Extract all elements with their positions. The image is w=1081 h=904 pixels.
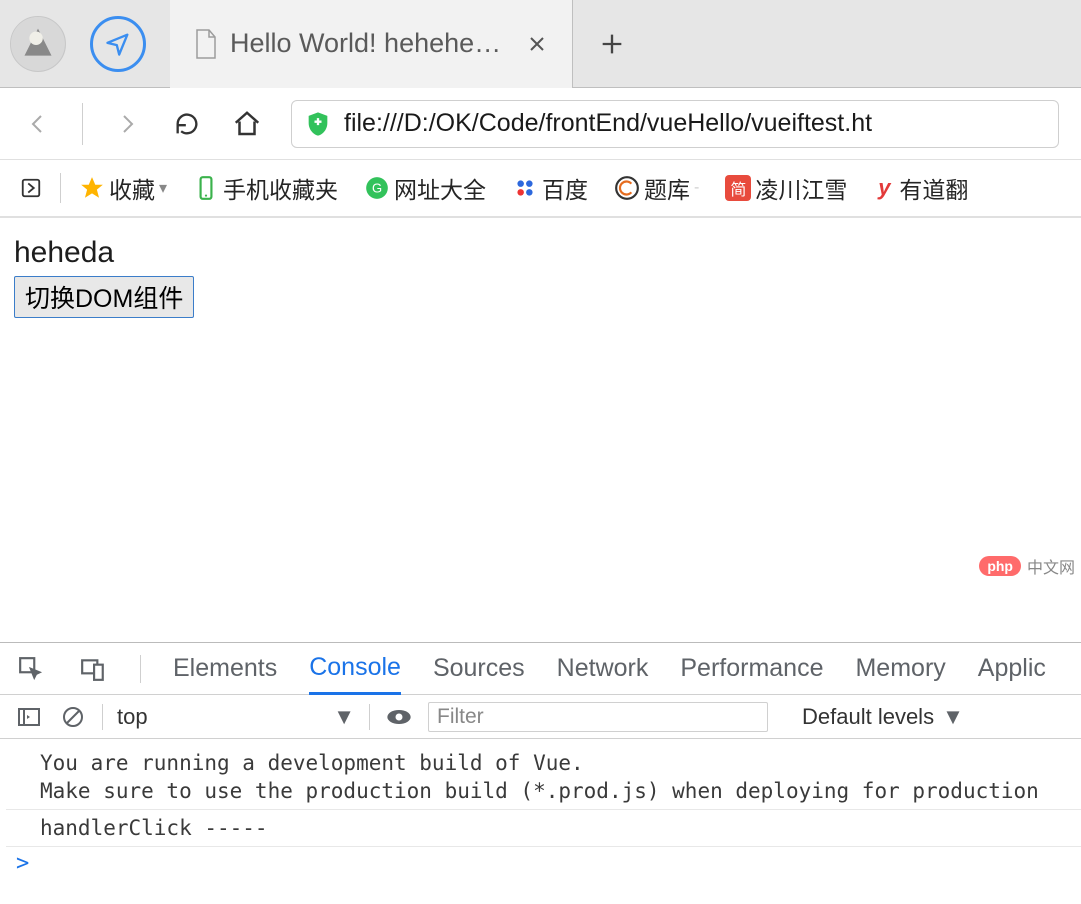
- brand-pill: php: [979, 556, 1021, 576]
- divider: [60, 173, 61, 203]
- console-output: You are running a development build of V…: [0, 739, 1081, 904]
- bookmark-youdao[interactable]: y 有道翻: [865, 168, 976, 208]
- tab-sources[interactable]: Sources: [433, 643, 525, 695]
- bookmark-ling[interactable]: 简 凌川江雪: [717, 168, 855, 208]
- tab-console[interactable]: Console: [309, 643, 401, 695]
- chevron-down-icon: ▼: [333, 704, 355, 730]
- filter-input[interactable]: Filter: [428, 702, 768, 732]
- toggle-dom-button[interactable]: 切换DOM组件: [14, 276, 194, 318]
- divider: [140, 655, 141, 683]
- clear-console-icon[interactable]: [58, 702, 88, 732]
- console-line: You are running a development build of V…: [6, 749, 1081, 777]
- forward-button[interactable]: [111, 108, 143, 140]
- context-selector[interactable]: top ▼: [117, 704, 355, 730]
- browser-tab-strip: Hello World! heheheheh: [0, 0, 1081, 88]
- toggle-sidebar-icon[interactable]: [14, 702, 44, 732]
- jian-icon: 简: [725, 175, 751, 201]
- divider: [82, 103, 83, 145]
- page-text: heheda: [14, 236, 1067, 270]
- new-tab-button[interactable]: [593, 25, 631, 63]
- brand-badge: php 中文网: [979, 554, 1075, 578]
- inspect-icon[interactable]: [16, 654, 46, 684]
- levels-label: Default levels: [802, 704, 934, 730]
- tab-elements[interactable]: Elements: [173, 643, 277, 695]
- console-block: You are running a development build of V…: [6, 745, 1081, 810]
- page-content: heheda 切换DOM组件 php 中文网: [0, 218, 1081, 642]
- bookmarks-bar: 收藏 ▾ 手机收藏夹 G 网址大全 百度 题库 - 简 凌川江雪 y 有道翻: [0, 160, 1081, 218]
- bookmark-topic[interactable]: 题库 -: [606, 168, 707, 208]
- reload-button[interactable]: [171, 108, 203, 140]
- device-toggle-icon[interactable]: [78, 654, 108, 684]
- bookmark-toggle-icon[interactable]: [12, 174, 50, 202]
- devtools-tabs: Elements Console Sources Network Perform…: [0, 643, 1081, 695]
- console-line: Make sure to use the production build (*…: [6, 777, 1081, 805]
- baidu-icon: [512, 175, 538, 201]
- svg-text:G: G: [372, 180, 382, 195]
- bookmark-label: 百度: [542, 171, 588, 205]
- devtools: Elements Console Sources Network Perform…: [0, 642, 1081, 904]
- favorites-menu[interactable]: 收藏 ▾: [71, 168, 175, 208]
- tab-title: Hello World! heheheheh: [230, 28, 510, 59]
- divider: [102, 704, 103, 730]
- bookmark-baidu[interactable]: 百度: [504, 168, 596, 208]
- bookmark-mobile[interactable]: 手机收藏夹: [185, 168, 346, 208]
- context-label: top: [117, 704, 148, 730]
- tab-performance[interactable]: Performance: [680, 643, 823, 695]
- topic-icon: [614, 175, 640, 201]
- divider: [369, 704, 370, 730]
- url-bar[interactable]: file:///D:/OK/Code/frontEnd/vueHello/vue…: [291, 100, 1059, 148]
- globe-icon: G: [364, 175, 390, 201]
- bookmark-directory[interactable]: G 网址大全: [356, 168, 494, 208]
- chevron-down-icon: ▾: [159, 178, 167, 198]
- brand-text: 中文网: [1027, 554, 1075, 578]
- youdao-icon: y: [873, 177, 895, 199]
- log-levels-selector[interactable]: Default levels ▼: [802, 704, 964, 730]
- location-arrow-icon[interactable]: [90, 16, 146, 72]
- tab-network[interactable]: Network: [557, 643, 649, 695]
- chevron-down-icon: ▼: [942, 704, 964, 730]
- console-toolbar: top ▼ Filter Default levels ▼: [0, 695, 1081, 739]
- close-icon[interactable]: [522, 29, 552, 59]
- star-icon: [79, 175, 105, 201]
- url-text: file:///D:/OK/Code/frontEnd/vueHello/vue…: [344, 109, 872, 138]
- home-button[interactable]: [231, 108, 263, 140]
- bookmark-label: 题库: [644, 171, 690, 205]
- tab-application[interactable]: Applic: [978, 643, 1046, 695]
- file-icon: [194, 29, 218, 59]
- console-line: handlerClick -----: [6, 814, 1081, 842]
- browser-tab[interactable]: Hello World! heheheheh: [170, 0, 573, 88]
- live-expression-icon[interactable]: [384, 702, 414, 732]
- phone-icon: [193, 175, 219, 201]
- filter-placeholder: Filter: [437, 705, 484, 729]
- back-button[interactable]: [22, 108, 54, 140]
- bookmark-label: 凌川江雪: [755, 171, 847, 205]
- console-block: handlerClick -----: [6, 810, 1081, 847]
- bookmark-label: 手机收藏夹: [223, 171, 338, 205]
- bookmark-label: 收藏: [109, 171, 155, 205]
- shield-icon: [304, 110, 332, 138]
- bookmark-label: 网址大全: [394, 171, 486, 205]
- profile-avatar[interactable]: [10, 16, 66, 72]
- browser-nav-bar: file:///D:/OK/Code/frontEnd/vueHello/vue…: [0, 88, 1081, 160]
- bookmark-label: 有道翻: [899, 171, 968, 205]
- console-prompt[interactable]: >: [6, 847, 1081, 880]
- tab-memory[interactable]: Memory: [855, 643, 945, 695]
